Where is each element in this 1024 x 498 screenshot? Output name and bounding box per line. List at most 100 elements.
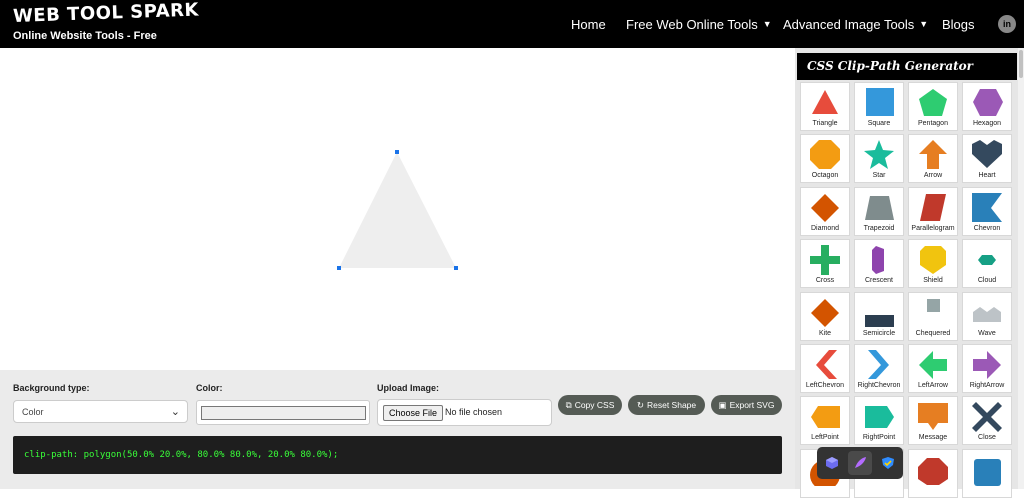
background-type-value: Color: [22, 407, 44, 417]
shape-tile-octagon[interactable]: Octagon: [800, 134, 850, 184]
shape-tile-left-chevron[interactable]: LeftChevron: [800, 344, 850, 393]
linkedin-icon[interactable]: in: [998, 15, 1016, 33]
shape-tile-label: Arrow: [923, 172, 943, 180]
shape-tile-label: Kite: [818, 329, 832, 337]
shape-tile-semicircle[interactable]: Semicircle: [854, 291, 904, 341]
shape-tile-chevron[interactable]: Chevron: [962, 186, 1012, 236]
reset-shape-button[interactable]: ↻ Reset Shape: [628, 395, 705, 415]
pentagon-shape-icon: [919, 89, 947, 116]
chevron-down-icon: ⌄: [170, 406, 180, 418]
shape-tile-shield[interactable]: Shield: [908, 239, 958, 289]
shape-tile-triangle[interactable]: Triangle: [800, 82, 850, 131]
shape-tile-label: LeftPoint: [811, 434, 839, 442]
shape-tile-hexagon[interactable]: Hexagon: [962, 82, 1012, 131]
shape-tile-unlabeled-30[interactable]: [908, 448, 958, 498]
color-swatch: [201, 406, 366, 420]
nav-advanced-image-tools-label: Advanced Image Tools: [783, 16, 915, 32]
color-picker[interactable]: [196, 400, 370, 425]
shape-tile-label: Shield: [923, 277, 943, 285]
shape-tile-message[interactable]: Message: [908, 396, 958, 446]
shape-tile-label: Pentagon: [918, 120, 948, 127]
panel-scrollbar[interactable]: [1018, 48, 1024, 489]
shape-tile-cloud[interactable]: Cloud: [962, 239, 1012, 289]
brand-title: WEB TOOL SPARK: [12, 0, 200, 27]
nav-blogs[interactable]: Blogs: [942, 17, 975, 32]
shape-tile-diamond[interactable]: Diamond: [800, 186, 850, 236]
export-svg-label: Export SVG: [729, 400, 775, 410]
vertex-handle-bottom-right[interactable]: [454, 266, 458, 270]
shape-tile-wave[interactable]: Wave: [962, 291, 1012, 341]
diamond-shape-icon: [811, 193, 839, 222]
shape-tile-close[interactable]: Close: [962, 396, 1012, 446]
reset-shape-label: Reset Shape: [646, 400, 697, 410]
shape-tile-label: Crescent: [864, 277, 893, 285]
shape-tile-label: Chequered: [915, 329, 951, 337]
shape-tile-crescent[interactable]: Crescent: [854, 239, 904, 289]
shape-tile-chequered[interactable]: Chequered: [908, 291, 958, 341]
nav-free-web-online-tools[interactable]: Free Web Online Tools ▼: [626, 17, 772, 32]
shape-tile-kite[interactable]: Kite: [800, 291, 850, 341]
shape-tile-heart[interactable]: Heart: [962, 134, 1012, 184]
shape-tile-right-chevron[interactable]: RightChevron: [854, 344, 904, 393]
crescent-shape-icon: [872, 246, 884, 275]
shape-tile-square[interactable]: Square: [854, 82, 904, 131]
clipped-shape: [339, 152, 456, 268]
shape-tile-label: Parallelogram: [911, 224, 955, 232]
upload-image-label: Upload Image:: [377, 383, 440, 393]
shape-tile-label: LeftArrow: [918, 382, 948, 389]
cloud-shape-icon: [978, 255, 996, 266]
shape-tile-right-arrow[interactable]: RightArrow: [962, 344, 1012, 393]
shape-tile-label: Star: [872, 172, 886, 180]
scrollbar-thumb[interactable]: [1019, 50, 1023, 78]
upload-image-input[interactable]: Choose File No file chosen: [377, 399, 552, 426]
nav-home-label: Home: [571, 16, 606, 32]
copy-css-button[interactable]: ⧉ Copy CSS: [558, 395, 622, 415]
left-arrow-shape-icon: [919, 351, 947, 379]
shape-tile-label: RightArrow: [969, 382, 1005, 389]
right-point-shape-icon: [865, 406, 894, 429]
feather-icon[interactable]: [848, 451, 872, 475]
shape-tile-left-arrow[interactable]: LeftArrow: [908, 344, 958, 393]
close-shape-icon: [972, 402, 1002, 433]
chevron-down-icon: ▼: [762, 19, 772, 29]
kite-shape-icon: [811, 298, 839, 327]
chevron-shape-icon: [972, 192, 1002, 222]
vertex-handle-top[interactable]: [395, 150, 399, 154]
arrow-shape-icon: [919, 140, 947, 170]
shape-tile-label: Trapezoid: [863, 224, 895, 232]
shape-tile-arrow[interactable]: Arrow: [908, 134, 958, 184]
shield-check-icon[interactable]: [876, 451, 900, 475]
shape-tile-pentagon[interactable]: Pentagon: [908, 82, 958, 131]
top-navigation-bar: WEB TOOL SPARK Online Website Tools - Fr…: [0, 0, 1024, 48]
shape-tile-unlabeled-31[interactable]: [962, 448, 1012, 498]
chevron-down-icon: ▼: [919, 19, 929, 29]
shape-tile-trapezoid[interactable]: Trapezoid: [854, 186, 904, 236]
shield-shape-icon: [920, 246, 946, 275]
shape-tile-parallelogram[interactable]: Parallelogram: [908, 186, 958, 236]
brand-logo[interactable]: WEB TOOL SPARK Online Website Tools - Fr…: [13, 0, 200, 42]
copy-css-label: Copy CSS: [574, 400, 615, 410]
nav-home[interactable]: Home: [571, 17, 606, 32]
vertex-handle-bottom-left[interactable]: [337, 266, 341, 270]
background-type-label: Background type:: [13, 383, 90, 393]
unlabeled-30-shape-icon: [918, 457, 948, 485]
shape-tile-label: Square: [867, 120, 891, 127]
shape-tile-label: Wave: [978, 329, 996, 337]
shape-tile-label: LeftChevron: [805, 382, 845, 389]
triangle-shape-icon: [812, 90, 838, 114]
background-type-select[interactable]: Color ⌄: [13, 400, 188, 423]
nav-blogs-label: Blogs: [942, 16, 975, 32]
shape-tile-star[interactable]: Star: [854, 134, 904, 184]
css-output[interactable]: clip-path: polygon(50.0% 20.0%, 80.0% 80…: [13, 436, 782, 474]
shape-tile-label: Close: [978, 434, 996, 442]
choose-file-button[interactable]: Choose File: [383, 405, 444, 421]
cube-icon[interactable]: [820, 451, 844, 475]
shape-tile-cross[interactable]: Cross: [800, 239, 850, 289]
shape-tile-right-point[interactable]: RightPoint: [854, 396, 904, 446]
shape-tile-label: RightPoint: [862, 434, 896, 442]
nav-advanced-image-tools[interactable]: Advanced Image Tools ▼: [783, 17, 928, 32]
export-svg-button[interactable]: ▣ Export SVG: [711, 395, 782, 415]
star-shape-icon: [864, 140, 894, 170]
heart-shape-icon: [972, 140, 1002, 169]
shape-tile-left-point[interactable]: LeftPoint: [800, 396, 850, 446]
